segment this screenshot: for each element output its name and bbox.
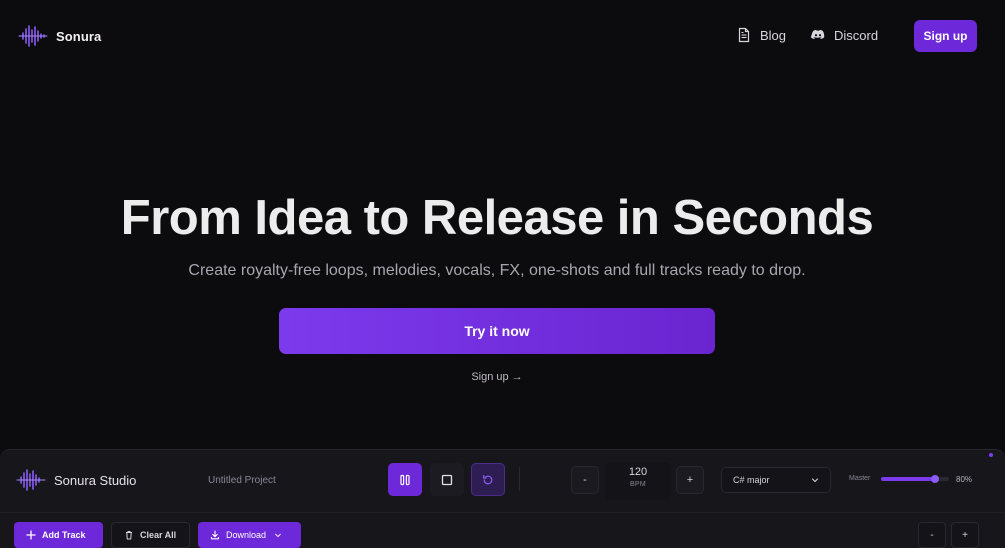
nav-blog-label: Blog <box>760 27 787 43</box>
try-it-now-button[interactable]: Try it now <box>279 308 715 354</box>
studio-name: Sonura Studio <box>54 472 137 488</box>
key-value: C# major <box>733 475 770 485</box>
zoom-out-button[interactable]: - <box>918 522 946 548</box>
download-label: Download <box>226 530 267 540</box>
status-dot <box>989 453 993 457</box>
clear-all-label: Clear All <box>140 530 177 540</box>
discord-icon <box>810 29 825 39</box>
bpm-decrease-button[interactable]: - <box>571 466 599 494</box>
studio-brand: Sonura Studio <box>16 468 136 492</box>
master-volume-fill <box>881 477 936 481</box>
toolbar-divider <box>519 467 520 491</box>
loop-button[interactable] <box>471 463 505 496</box>
waveform-logo-icon <box>16 469 46 491</box>
nav-blog-link[interactable]: Blog <box>736 27 786 43</box>
download-button[interactable]: Download <box>198 522 301 548</box>
studio-divider <box>0 512 1005 513</box>
nav-discord-label: Discord <box>834 27 879 43</box>
download-icon <box>210 530 220 540</box>
studio-panel: Sonura Studio Untitled Project - 120 BPM… <box>0 449 1005 548</box>
brand-name: Sonura <box>56 28 102 44</box>
document-icon <box>738 27 750 43</box>
signup-button[interactable]: Sign up <box>914 20 977 52</box>
zoom-in-button[interactable]: + <box>951 522 979 548</box>
clear-all-button[interactable]: Clear All <box>111 522 190 548</box>
chevron-down-icon <box>275 533 281 538</box>
plus-icon <box>26 530 36 540</box>
hero-subtitle: Create royalty-free loops, melodies, voc… <box>188 262 806 279</box>
bpm-label: BPM <box>629 481 647 488</box>
pause-icon <box>400 474 410 485</box>
bpm-value: 120 <box>628 466 648 478</box>
brand-logo[interactable]: Sonura <box>18 24 101 48</box>
add-track-button[interactable]: Add Track <box>14 522 103 548</box>
top-nav: Sonura Blog Discord Sign up <box>0 0 1005 72</box>
project-name[interactable]: Untitled Project <box>208 475 276 486</box>
master-volume-slider[interactable] <box>881 475 949 483</box>
stop-button[interactable] <box>430 463 464 496</box>
master-volume-handle[interactable] <box>931 475 940 483</box>
nav-discord-link[interactable]: Discord <box>810 27 878 43</box>
waveform-logo-icon <box>18 25 48 47</box>
chevron-down-icon <box>811 478 819 483</box>
stop-icon <box>441 474 453 485</box>
trash-icon <box>126 531 132 540</box>
pause-button[interactable] <box>388 463 422 496</box>
key-select[interactable]: C# major <box>721 467 831 493</box>
master-label: Master <box>849 475 871 482</box>
hero-signup-link[interactable]: Sign up → <box>0 371 994 383</box>
bpm-display[interactable]: 120 BPM <box>605 462 671 500</box>
bpm-increase-button[interactable]: + <box>676 466 704 494</box>
add-track-label: Add Track <box>42 530 86 540</box>
loop-icon <box>483 474 493 484</box>
master-volume-value: 80% <box>956 475 973 484</box>
hero-title: From Idea to Release in Seconds <box>120 191 874 245</box>
